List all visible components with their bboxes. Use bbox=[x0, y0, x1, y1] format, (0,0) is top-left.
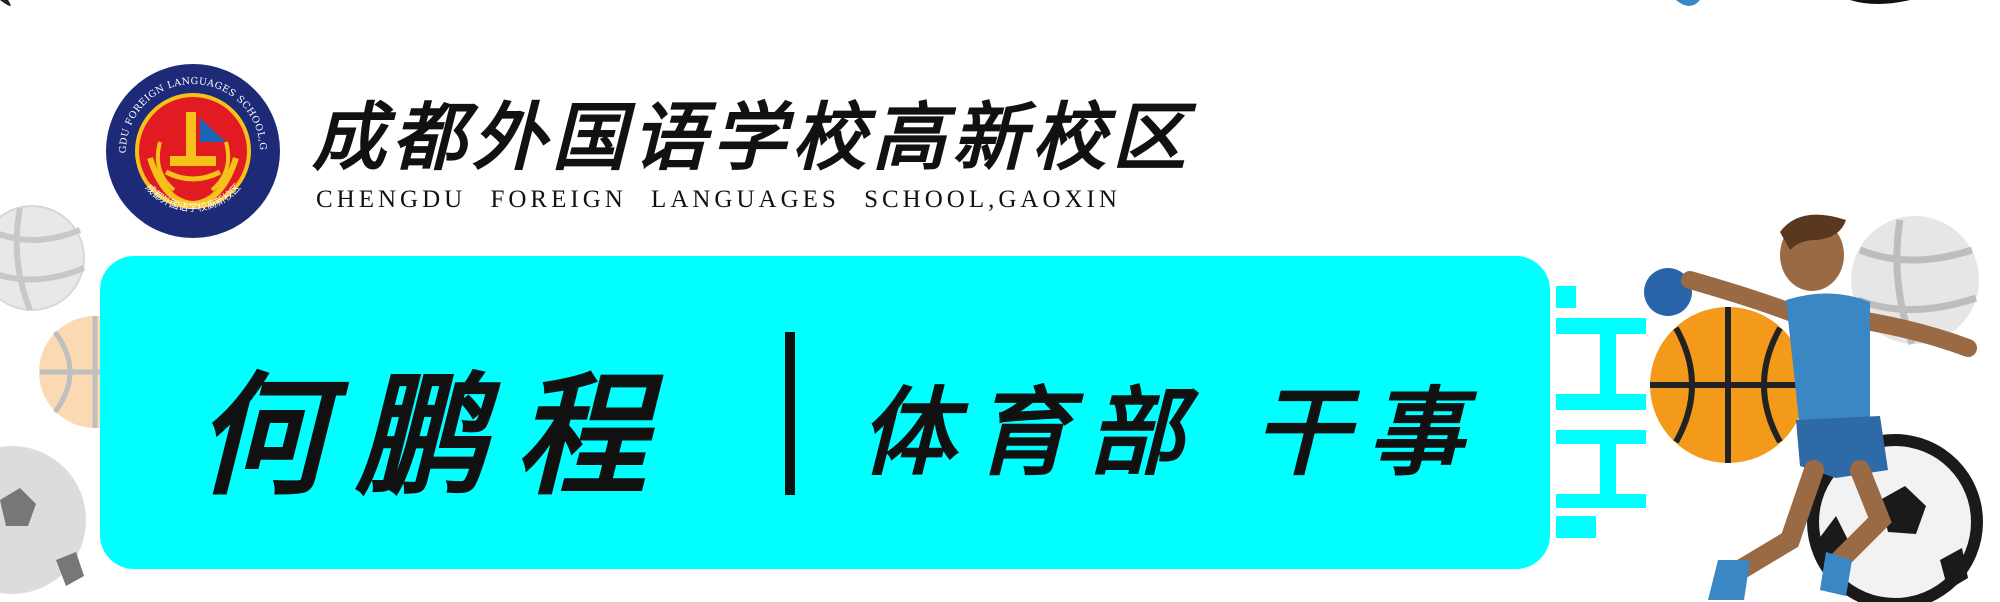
school-name-chinese: 成都外国语学校高新校区 bbox=[312, 95, 1192, 181]
school-seal-icon: CHENGDU FOREIGN LANGUAGES SCHOOL,GAOXIN … bbox=[104, 62, 280, 238]
volleyball-icon bbox=[0, 205, 86, 312]
person-role: 体育部 干事 bbox=[860, 376, 1482, 489]
basketball-icon bbox=[1650, 307, 1806, 463]
person-name: 何鹏程 bbox=[195, 359, 675, 514]
name-role-divider bbox=[785, 332, 795, 495]
school-name-english: CHENGDU FOREIGN LANGUAGES SCHOOL,GAOXIN bbox=[316, 186, 1121, 213]
cyan-block-pattern bbox=[1556, 286, 1646, 538]
soccer-ball-icon bbox=[0, 446, 86, 594]
